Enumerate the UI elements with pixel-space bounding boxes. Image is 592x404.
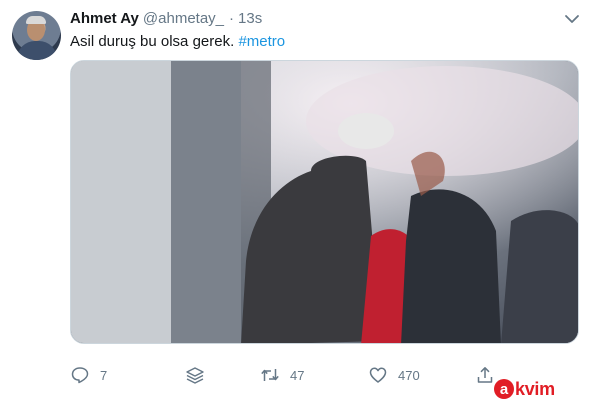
- tweet-actions: 7 47 470: [70, 364, 510, 386]
- stack-icon: [186, 367, 204, 384]
- tweet-card[interactable]: Ahmet Ay @ahmetay_ · 13s Asil duruş bu o…: [0, 0, 592, 404]
- share-button[interactable]: [475, 364, 495, 386]
- reply-icon: [71, 367, 89, 384]
- separator-dot: ·: [229, 10, 235, 27]
- tweet-text-body: Asil duruş bu olsa gerek.: [70, 33, 235, 50]
- like-button[interactable]: 470: [368, 364, 420, 386]
- author-name[interactable]: Ahmet Ay: [70, 10, 139, 27]
- chevron-down-icon[interactable]: [563, 12, 581, 26]
- tweet-header: Ahmet Ay @ahmetay_ · 13s: [70, 10, 262, 30]
- tweet-text: Asil duruş bu olsa gerek. #metro: [70, 33, 285, 50]
- watermark-logo: a kvim: [494, 377, 555, 401]
- watermark-badge: a: [494, 379, 514, 399]
- stack-button[interactable]: [185, 364, 205, 386]
- retweet-icon: [261, 369, 279, 381]
- hashtag-link[interactable]: #metro: [238, 33, 285, 50]
- timestamp[interactable]: 13s: [238, 10, 262, 27]
- avatar-body-shape: [17, 41, 57, 60]
- author-handle[interactable]: @ahmetay_: [143, 10, 224, 27]
- avatar[interactable]: [12, 11, 61, 60]
- video-frame: [71, 61, 578, 343]
- video-media[interactable]: [70, 60, 579, 344]
- like-count: 470: [398, 367, 420, 383]
- retweet-count: 47: [290, 367, 305, 383]
- reply-count: 7: [100, 367, 108, 383]
- heart-icon: [369, 367, 387, 383]
- watermark-text: kvim: [515, 378, 555, 399]
- reply-button[interactable]: 7: [70, 364, 107, 386]
- share-icon: [477, 367, 493, 383]
- retweet-button[interactable]: 47: [260, 364, 304, 386]
- avatar-hair-shape: [26, 16, 46, 24]
